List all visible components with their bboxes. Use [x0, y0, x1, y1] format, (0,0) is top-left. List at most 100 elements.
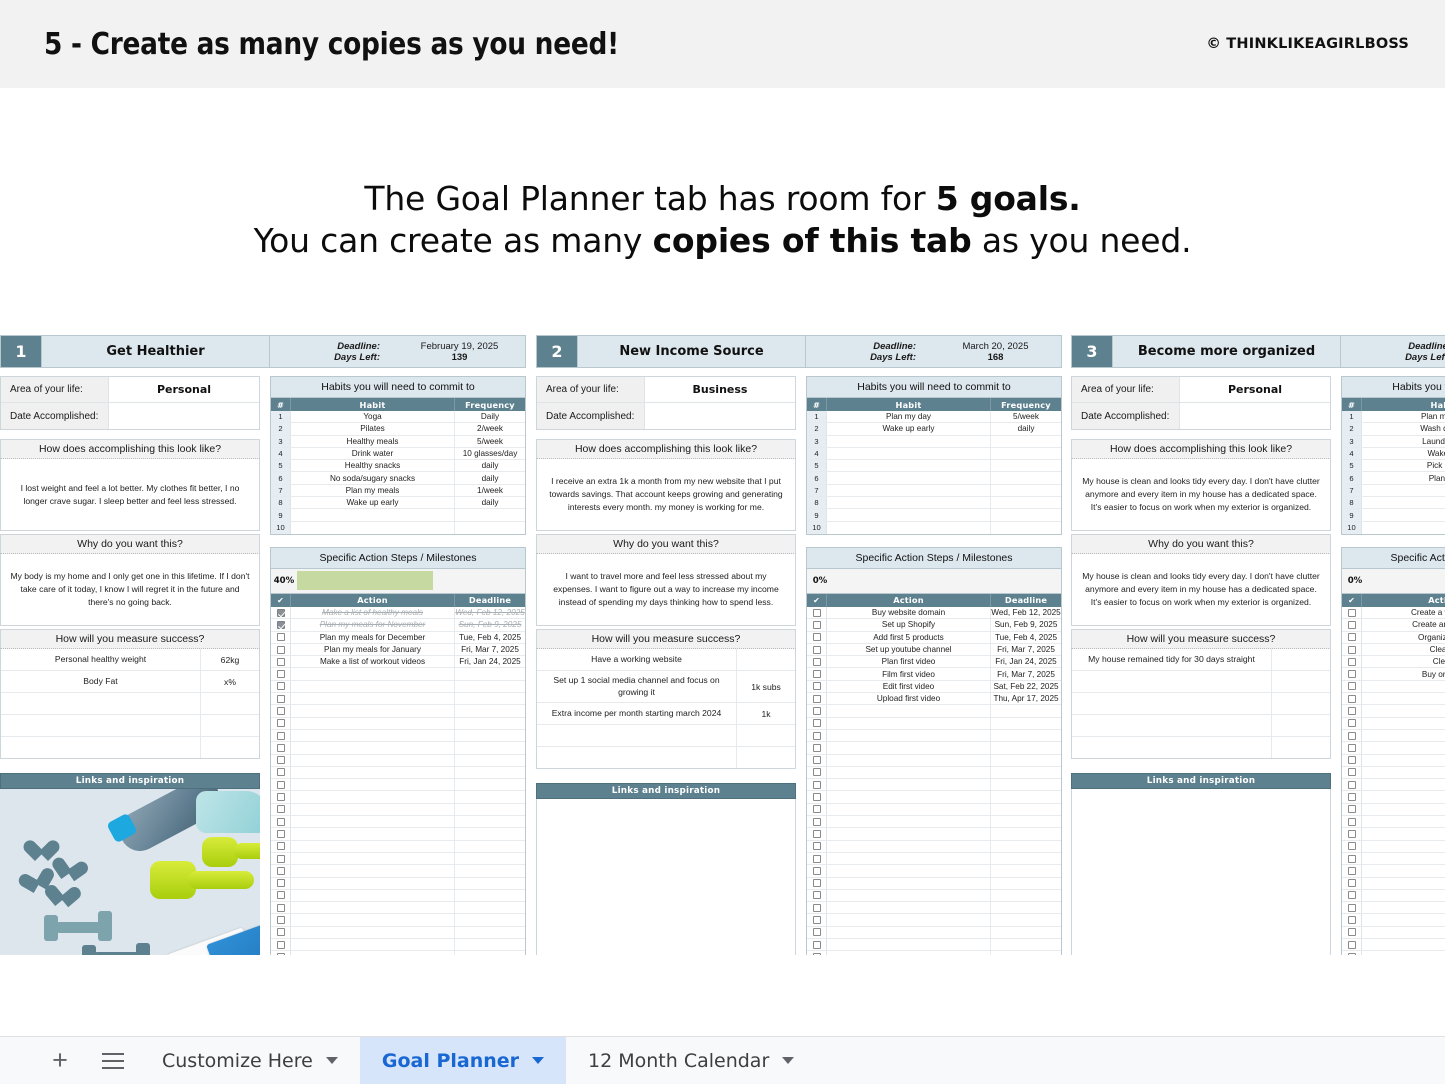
action-checkbox[interactable] — [1347, 805, 1356, 814]
action-row[interactable] — [271, 803, 525, 817]
action-checkbox-cell[interactable] — [271, 938, 291, 951]
sheet-tab-bar[interactable]: + Customize Here Goal Planner 12 Month C… — [0, 1036, 1445, 1084]
action-checkbox[interactable] — [812, 780, 821, 789]
action-checkbox-cell[interactable] — [807, 938, 827, 951]
action-checkbox-cell[interactable] — [1342, 877, 1362, 889]
action-checkbox[interactable] — [276, 780, 285, 789]
action-checkbox[interactable] — [276, 633, 285, 642]
success-metric-row[interactable] — [537, 725, 795, 748]
action-checkbox[interactable] — [812, 657, 821, 666]
action-checkbox[interactable] — [812, 952, 821, 955]
action-row[interactable] — [271, 705, 525, 718]
action-checkbox[interactable] — [276, 854, 285, 863]
action-checkbox[interactable] — [1347, 682, 1356, 691]
action-checkbox-cell[interactable] — [271, 877, 291, 889]
action-row[interactable] — [1342, 779, 1445, 792]
area-of-life-row[interactable]: Area of your life: Personal — [1, 377, 259, 403]
action-checkbox-cell[interactable] — [271, 791, 291, 803]
action-row[interactable]: Set up Shopify Sun, Feb 9, 2025 — [807, 619, 1061, 632]
area-of-life-row[interactable]: Area of your life: Personal — [1072, 377, 1330, 403]
action-checkbox[interactable] — [812, 854, 821, 863]
action-checkbox-cell[interactable] — [271, 656, 291, 668]
action-checkbox-cell[interactable] — [1342, 902, 1362, 914]
action-row[interactable] — [807, 791, 1061, 804]
action-checkbox[interactable] — [276, 916, 285, 925]
action-checkbox-cell[interactable] — [1342, 680, 1362, 693]
action-checkbox[interactable] — [276, 657, 285, 666]
chevron-down-icon[interactable] — [325, 1057, 338, 1064]
action-checkbox-cell[interactable] — [1342, 926, 1362, 938]
action-row[interactable] — [1342, 902, 1445, 915]
chevron-down-icon[interactable] — [532, 1057, 545, 1064]
action-row[interactable]: Upload first video Thu, Apr 17, 2025 — [807, 693, 1061, 706]
look-like-answer[interactable]: I receive an extra 1k a month from my ne… — [536, 459, 796, 531]
action-row[interactable] — [1342, 717, 1445, 730]
goal-title[interactable]: Get Healthier — [42, 335, 270, 368]
habit-row[interactable]: 5 — [807, 460, 1061, 473]
action-checkbox-cell[interactable] — [807, 693, 827, 705]
action-checkbox-cell[interactable] — [1342, 889, 1362, 902]
action-checkbox[interactable] — [812, 793, 821, 802]
habit-row[interactable]: 7 — [1342, 484, 1445, 498]
action-checkbox[interactable] — [276, 866, 285, 875]
action-row[interactable] — [1342, 791, 1445, 804]
action-checkbox-cell[interactable] — [807, 791, 827, 803]
action-checkbox-cell[interactable] — [807, 902, 827, 914]
action-checkbox-cell[interactable] — [271, 606, 291, 619]
action-checkbox[interactable] — [812, 756, 821, 765]
action-row[interactable]: Film first video Fri, Mar 7, 2025 — [807, 668, 1061, 681]
action-checkbox-cell[interactable] — [271, 643, 291, 656]
action-checkbox-cell[interactable] — [807, 656, 827, 668]
action-row[interactable] — [807, 705, 1061, 718]
action-checkbox[interactable] — [1347, 940, 1356, 949]
success-metric-row[interactable] — [1, 737, 259, 758]
action-checkbox-cell[interactable] — [271, 619, 291, 631]
action-row[interactable]: Make a list of workout videos Fri, Jan 2… — [271, 656, 525, 669]
action-checkbox-cell[interactable] — [271, 705, 291, 717]
action-checkbox[interactable] — [276, 793, 285, 802]
action-checkbox-cell[interactable] — [271, 889, 291, 902]
action-checkbox-cell[interactable] — [807, 729, 827, 742]
success-metric-row[interactable] — [1, 693, 259, 715]
action-checkbox[interactable] — [812, 903, 821, 912]
success-metric-row[interactable] — [1072, 671, 1330, 693]
action-checkbox[interactable] — [812, 682, 821, 691]
habit-row[interactable]: 3 Healthy meals 5/week — [271, 435, 525, 448]
habit-row[interactable]: 6 No soda/sugary snacks daily — [271, 472, 525, 485]
goal-card[interactable]: 2 New Income Source Deadline: March 20, … — [536, 335, 1062, 955]
area-of-life-value[interactable]: Personal — [1180, 377, 1330, 402]
action-checkbox[interactable] — [812, 805, 821, 814]
area-of-life-value[interactable]: Personal — [109, 377, 259, 402]
action-checkbox-cell[interactable] — [271, 668, 291, 680]
action-checkbox-cell[interactable] — [807, 951, 827, 955]
action-checkbox[interactable] — [276, 731, 285, 740]
habit-row[interactable]: 1 Yoga Daily — [271, 411, 525, 424]
action-checkbox-cell[interactable] — [271, 779, 291, 791]
action-checkbox[interactable] — [1347, 768, 1356, 777]
action-row[interactable] — [271, 926, 525, 939]
success-metric-row[interactable] — [1072, 737, 1330, 758]
action-checkbox[interactable] — [812, 817, 821, 826]
action-checkbox-cell[interactable] — [1342, 951, 1362, 955]
action-row[interactable] — [807, 816, 1061, 829]
action-checkbox[interactable] — [276, 879, 285, 888]
action-checkbox[interactable] — [1347, 694, 1356, 703]
success-metric-row[interactable]: Personal healthy weight 62kg — [1, 649, 259, 671]
action-row[interactable]: Buy website domain Wed, Feb 12, 2025 — [807, 606, 1061, 620]
action-row[interactable] — [271, 693, 525, 706]
action-checkbox-cell[interactable] — [1342, 828, 1362, 840]
action-checkbox[interactable] — [1347, 645, 1356, 654]
habit-row[interactable]: 10 — [1342, 521, 1445, 534]
action-row[interactable] — [1342, 877, 1445, 890]
action-row[interactable]: Create a weekly c — [1342, 606, 1445, 620]
action-checkbox-cell[interactable] — [807, 828, 827, 840]
action-checkbox-cell[interactable] — [1342, 816, 1362, 828]
action-checkbox-cell[interactable] — [1342, 840, 1362, 852]
action-checkbox[interactable] — [276, 608, 285, 617]
habit-row[interactable]: 3 Laundry my — [1342, 435, 1445, 448]
action-row[interactable] — [807, 766, 1061, 780]
action-checkbox[interactable] — [812, 645, 821, 654]
action-checkbox-cell[interactable] — [271, 926, 291, 938]
habit-row[interactable]: 8 — [1342, 497, 1445, 510]
action-row[interactable] — [271, 816, 525, 829]
